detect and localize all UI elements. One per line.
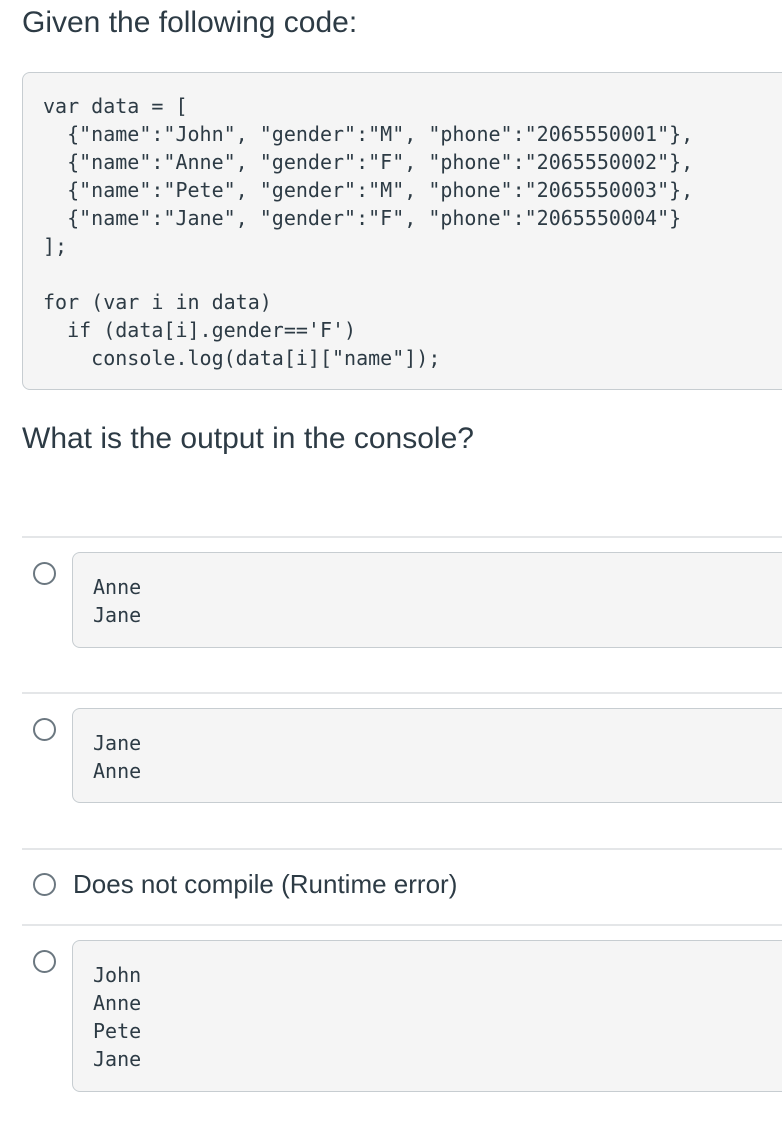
option-separator bbox=[22, 848, 782, 850]
code-text: var data = [ {"name":"John", "gender":"M… bbox=[43, 94, 694, 370]
option-2-answer[interactable]: Jane Anne bbox=[72, 708, 782, 803]
option-2-radio[interactable] bbox=[33, 718, 56, 741]
option-separator bbox=[22, 692, 782, 694]
option-separator bbox=[22, 924, 782, 926]
option-4-code: John Anne Pete Jane bbox=[93, 963, 142, 1071]
option-3-answer[interactable]: Does not compile (Runtime error) bbox=[73, 866, 457, 902]
option-2-code: Jane Anne bbox=[93, 731, 142, 783]
prompt-heading: Given the following code: bbox=[22, 6, 358, 39]
option-1-radio[interactable] bbox=[33, 562, 56, 585]
code-block: var data = [ {"name":"John", "gender":"M… bbox=[22, 72, 782, 390]
option-separator bbox=[22, 536, 782, 538]
question-text: What is the output in the console? bbox=[22, 422, 474, 455]
option-1-answer[interactable]: Anne Jane bbox=[72, 552, 782, 648]
option-4-radio[interactable] bbox=[33, 950, 56, 973]
option-4-answer[interactable]: John Anne Pete Jane bbox=[72, 940, 782, 1092]
option-3-radio[interactable] bbox=[33, 873, 56, 896]
option-1-code: Anne Jane bbox=[93, 575, 142, 627]
